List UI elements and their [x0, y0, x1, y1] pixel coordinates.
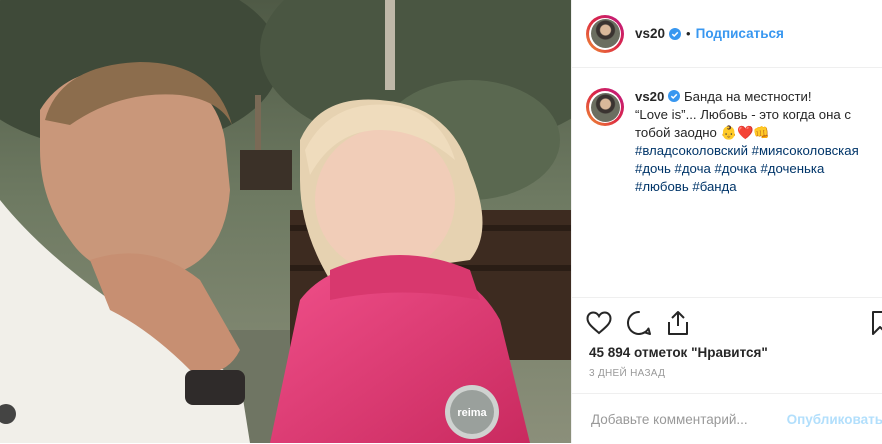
caption-text: vs20 Банда на местности! “Love is”... Лю…	[635, 88, 872, 196]
post-sidebar: vs20 • Подписаться vs20 Банда на местнос…	[571, 0, 882, 443]
publish-button[interactable]: Опубликовать	[787, 412, 882, 427]
post-header: vs20 • Подписаться	[572, 0, 882, 68]
verified-badge-icon	[669, 27, 682, 40]
hashtag[interactable]: #банда	[692, 179, 736, 194]
comment-icon[interactable]	[626, 310, 652, 336]
comment-input[interactable]	[589, 410, 773, 428]
separator-dot: •	[686, 26, 691, 41]
comment-bar: Опубликовать	[572, 393, 882, 444]
action-bar	[572, 297, 882, 348]
likes-count[interactable]: 45 894 отметок "Нравится"	[589, 345, 768, 360]
hashtag[interactable]: #доченька	[760, 161, 824, 176]
post-photo[interactable]: reima	[0, 0, 571, 443]
share-icon[interactable]	[666, 310, 690, 336]
post-date[interactable]: 3 ДНЕЙ НАЗАД	[589, 368, 665, 379]
hashtag[interactable]: #любовь	[635, 179, 689, 194]
header-username[interactable]: vs20	[635, 26, 665, 41]
verified-badge-icon	[668, 90, 681, 102]
hashtag[interactable]: #владсоколовский	[635, 143, 748, 158]
caption: vs20 Банда на местности! “Love is”... Лю…	[572, 68, 882, 196]
caption-emoji: 👶❤️👊	[720, 125, 770, 140]
hashtag[interactable]: #дочка	[714, 161, 756, 176]
follow-button[interactable]: Подписаться	[696, 26, 784, 41]
caption-username[interactable]: vs20	[635, 89, 664, 104]
jacket-logo-text: reima	[457, 407, 487, 419]
caption-line-1: Банда на местности!	[684, 89, 812, 104]
hashtag[interactable]: #доча	[675, 161, 711, 176]
bookmark-icon[interactable]	[871, 310, 882, 336]
heart-icon[interactable]	[586, 311, 612, 335]
hashtag[interactable]: #миясоколовская	[752, 143, 859, 158]
caption-avatar[interactable]	[586, 88, 624, 126]
hashtag[interactable]: #дочь	[635, 161, 671, 176]
avatar[interactable]	[586, 14, 624, 53]
